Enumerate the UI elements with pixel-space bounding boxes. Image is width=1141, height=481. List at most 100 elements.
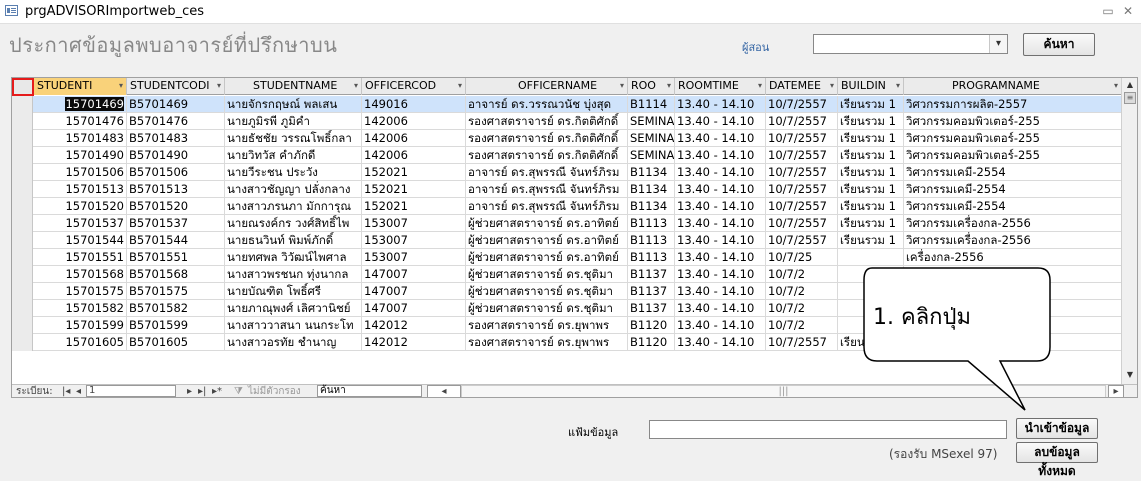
table-cell[interactable]: 10/7/2 xyxy=(766,300,838,317)
table-cell[interactable]: รองศาสตราจารย์ ดร.ยุพาพร xyxy=(466,334,628,351)
table-cell[interactable]: B1134 xyxy=(628,198,675,215)
table-row[interactable]: 15701520 B5701520 นางสาวภรนภา มักการุณ 1520… xyxy=(12,198,1122,215)
table-cell[interactable]: รมพอลิเมอร์-2554 xyxy=(904,334,1122,351)
table-cell[interactable]: นายจักรกฤษณ์ พลเสน xyxy=(225,96,362,113)
table-row[interactable]: 15701469 B5701469 นายจักรกฤษณ์ พลเสน 149016… xyxy=(12,96,1122,113)
table-cell[interactable]: 10/7/2557 xyxy=(766,334,838,351)
table-cell[interactable]: 10/7/2 xyxy=(766,317,838,334)
column-header-building[interactable]: BUILDIN ▾ xyxy=(838,78,904,95)
table-cell[interactable]: วิศวกรรมเคมี-2554 xyxy=(904,181,1122,198)
first-record-icon[interactable]: |◂ xyxy=(62,385,70,397)
column-header-studentid[interactable]: STUDENTI ▾ xyxy=(34,78,127,95)
table-cell[interactable]: เรียนรวม 1 xyxy=(838,130,904,147)
chevron-down-icon[interactable]: ▾ xyxy=(989,35,1007,53)
table-cell[interactable]: 13.40 - 14.10 xyxy=(675,334,766,351)
table-cell[interactable]: 15701582 xyxy=(34,300,127,317)
table-cell[interactable]: นายวีระชน ประวัง xyxy=(225,164,362,181)
row-selector[interactable] xyxy=(12,266,33,283)
table-cell[interactable]: 15701551 xyxy=(34,249,127,266)
table-row[interactable]: 15701513 B5701513 นางสาวชัญญา ปลั่งกลาง 152… xyxy=(12,181,1122,198)
next-record-icon[interactable]: ▸ xyxy=(187,385,192,397)
row-selector[interactable] xyxy=(12,181,33,198)
table-cell[interactable]: 13.40 - 14.10 xyxy=(675,113,766,130)
table-row[interactable]: 15701551 B5701551 นายทศพล วิวัฒน์ไพศาล 1530… xyxy=(12,249,1122,266)
table-cell[interactable]: นายภูมิรพี ภูมิคำ xyxy=(225,113,362,130)
table-cell[interactable] xyxy=(838,249,904,266)
table-cell[interactable]: 152021 xyxy=(362,181,466,198)
table-cell[interactable]: 10/7/2 xyxy=(766,266,838,283)
table-cell[interactable]: 147007 xyxy=(362,300,466,317)
row-selector[interactable] xyxy=(12,96,33,113)
table-row[interactable]: 15701506 B5701506 นายวีระชน ประวัง 152021 อา… xyxy=(12,164,1122,181)
table-cell[interactable]: B5701483 xyxy=(127,130,225,147)
table-cell[interactable]: เรียนรวม 1 xyxy=(838,96,904,113)
column-header-officername[interactable]: OFFICERNAME ▾ xyxy=(466,78,628,95)
table-cell[interactable]: วิศวกรรมคอมพิวเตอร์-255 xyxy=(904,113,1122,130)
table-cell[interactable]: นายบัณฑิต โพธิ์ศรี xyxy=(225,283,362,300)
scroll-up-icon[interactable]: ▲ xyxy=(1122,78,1137,92)
table-cell[interactable]: 15701537 xyxy=(34,215,127,232)
table-cell[interactable]: SEMINA xyxy=(628,113,675,130)
table-cell[interactable]: B5701599 xyxy=(127,317,225,334)
table-cell[interactable]: 10/7/2557 xyxy=(766,147,838,164)
table-cell[interactable]: 152021 xyxy=(362,198,466,215)
table-cell[interactable]: B5701520 xyxy=(127,198,225,215)
table-cell[interactable]: เรียนรวม 1 xyxy=(838,147,904,164)
table-cell[interactable]: เครื่องกล-2556 xyxy=(904,249,1122,266)
row-selector[interactable] xyxy=(12,334,33,351)
row-selector[interactable] xyxy=(12,215,33,232)
table-cell[interactable]: วิศวกรรมเครื่องกล-2556 xyxy=(904,232,1122,249)
table-cell[interactable]: 142006 xyxy=(362,113,466,130)
table-cell[interactable]: B5701544 xyxy=(127,232,225,249)
no-filter-label[interactable]: ไม่มีตัวกรอง xyxy=(248,385,301,397)
row-selector[interactable] xyxy=(12,198,33,215)
table-cell[interactable]: วิศวกรรมเครื่องกล-2556 xyxy=(904,215,1122,232)
table-cell[interactable]: 153007 xyxy=(362,232,466,249)
table-cell[interactable]: นายณรงค์กร วงศ์สิทธิ์ไพ xyxy=(225,215,362,232)
table-cell[interactable]: เรียนรวม 1 xyxy=(838,215,904,232)
column-header-studentcode[interactable]: STUDENTCODI ▾ xyxy=(127,78,225,95)
table-cell[interactable]: วิศวกรรมเคมี-2554 xyxy=(904,164,1122,181)
table-cell[interactable]: B1134 xyxy=(628,181,675,198)
table-cell[interactable]: ผู้ช่วยศาสตราจารย์ ดร.ชุติมา xyxy=(466,283,628,300)
table-cell[interactable]: อาจารย์ ดร.วรรณวนัช บุ่งสุด xyxy=(466,96,628,113)
table-cell[interactable]: B1137 xyxy=(628,300,675,317)
table-cell[interactable]: 15701506 xyxy=(34,164,127,181)
table-cell[interactable]: 149016 xyxy=(362,96,466,113)
table-cell[interactable]: 15701483 xyxy=(34,130,127,147)
table-cell[interactable]: B5701575 xyxy=(127,283,225,300)
table-cell[interactable]: นายภาณุพงศ์ เลิศวานิชย์ xyxy=(225,300,362,317)
table-cell[interactable]: 15701599 xyxy=(34,317,127,334)
table-cell[interactable]: 10/7/2557 xyxy=(766,198,838,215)
table-cell[interactable]: นางสาวภรนภา มักการุณ xyxy=(225,198,362,215)
table-cell[interactable]: 13.40 - 14.10 xyxy=(675,232,766,249)
column-header-room[interactable]: ROO ▾ xyxy=(628,78,675,95)
column-header-studentname[interactable]: STUDENTNAME ▾ xyxy=(225,78,362,95)
table-cell[interactable]: 13.40 - 14.10 xyxy=(675,300,766,317)
table-cell[interactable]: B1137 xyxy=(628,266,675,283)
table-cell[interactable]: 13.40 - 14.10 xyxy=(675,249,766,266)
table-row[interactable]: 15701537 B5701537 นายณรงค์กร วงศ์สิทธิ์ไพ 1… xyxy=(12,215,1122,232)
table-cell[interactable]: เรียนรวม 1 xyxy=(838,181,904,198)
new-record-icon[interactable]: ▸* xyxy=(212,385,222,397)
table-row[interactable]: 15701544 B5701544 นายธนวินท์ พิมพ์ภักดิ์ 15… xyxy=(12,232,1122,249)
table-cell[interactable]: B5701582 xyxy=(127,300,225,317)
table-cell[interactable]: B5701605 xyxy=(127,334,225,351)
horizontal-scrollbar[interactable]: ||| xyxy=(461,385,1106,397)
table-cell[interactable]: 147007 xyxy=(362,266,466,283)
table-cell[interactable]: B5701551 xyxy=(127,249,225,266)
column-header-programname[interactable]: PROGRAMNAME ▾ xyxy=(904,78,1122,95)
table-cell[interactable]: รองศาสตราจารย์ ดร.กิตติศักดิ์ xyxy=(466,130,628,147)
table-cell[interactable]: 13.40 - 14.10 xyxy=(675,198,766,215)
table-cell[interactable]: B1137 xyxy=(628,283,675,300)
table-cell[interactable]: 13.40 - 14.10 xyxy=(675,96,766,113)
table-cell[interactable]: B5701469 xyxy=(127,96,225,113)
table-row[interactable]: 15701568 B5701568 นางสาวพรชนก ทุ่งนากล 1470… xyxy=(12,266,1122,283)
search-button[interactable]: ค้นหา xyxy=(1023,33,1095,56)
table-cell[interactable]: 10/7/2557 xyxy=(766,96,838,113)
table-cell[interactable]: ผู้ช่วยศาสตราจารย์ ดร.อาทิตย์ xyxy=(466,232,628,249)
row-selector[interactable] xyxy=(12,130,33,147)
table-cell[interactable]: B5701476 xyxy=(127,113,225,130)
teacher-filter-combo[interactable]: ▾ xyxy=(813,34,1008,54)
table-row[interactable]: 15701476 B5701476 นายภูมิรพี ภูมิคำ 142006 ร… xyxy=(12,113,1122,130)
